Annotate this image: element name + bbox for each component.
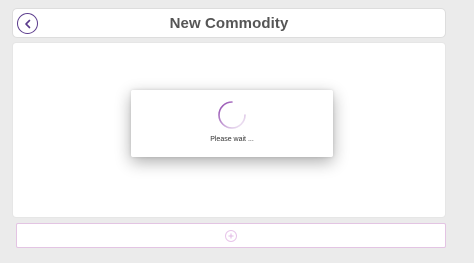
add-button[interactable] <box>225 230 237 242</box>
footer-bar <box>16 223 446 248</box>
loading-dialog: Please wait ... <box>131 90 333 157</box>
plus-icon <box>228 233 234 239</box>
spinner-icon <box>218 101 246 129</box>
loading-message: Please wait ... <box>210 136 254 143</box>
header-bar: New Commodity <box>12 8 446 38</box>
app-screen: New Commodity Please wait ... <box>0 0 474 263</box>
page-title: New Commodity <box>169 15 289 32</box>
